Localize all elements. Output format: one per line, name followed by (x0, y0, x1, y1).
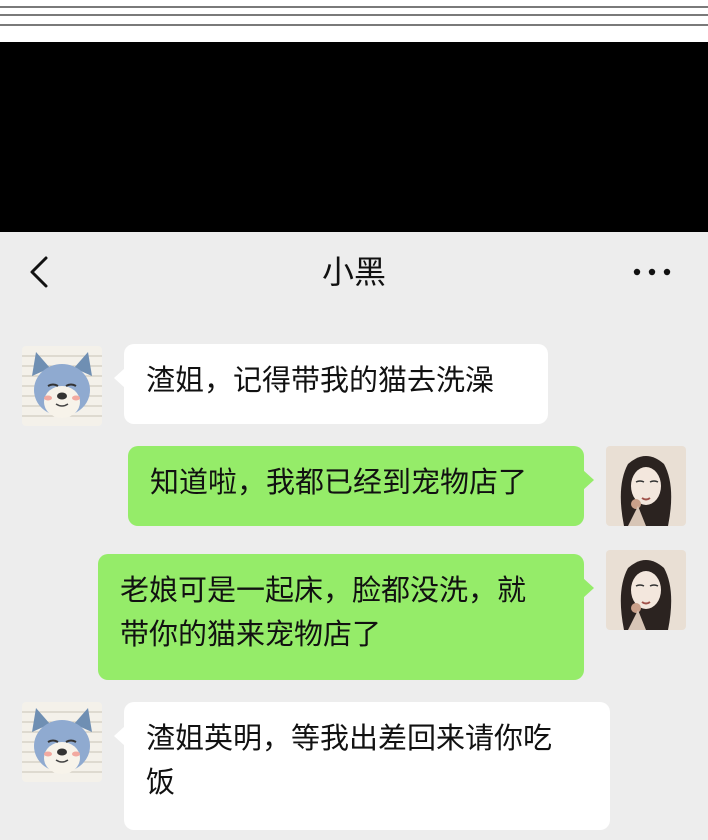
husky-dog-avatar[interactable] (22, 346, 102, 426)
message-text: 知道啦，我都已经到宠物店了 (150, 465, 528, 499)
outgoing-message-bubble[interactable]: 老娘可是一起床，脸都没洗，就 带你的猫来宠物店了 (98, 554, 594, 680)
message-text-line: 饭 (146, 765, 176, 799)
woman-portrait-avatar[interactable] (606, 550, 686, 630)
incoming-message-bubble[interactable]: 渣姐英明，等我出差回来请你吃 饭 (114, 702, 610, 830)
message-text-line: 老娘可是一起床，脸都没洗，就 (120, 573, 527, 607)
more-button[interactable] (628, 252, 678, 292)
chat-title: 小黑 (321, 253, 386, 291)
border-stripe (0, 6, 708, 8)
bubble-tail (114, 726, 125, 746)
more-dots-icon (633, 268, 671, 276)
message-text: 渣姐，记得带我的猫去洗澡 (146, 363, 495, 397)
outgoing-message-bubble[interactable]: 知道啦，我都已经到宠物店了 (128, 446, 594, 526)
husky-dog-avatar[interactable] (22, 702, 102, 782)
message-text-line: 渣姐英明，等我出差回来请你吃 (146, 721, 553, 755)
bubble-tail (114, 368, 125, 388)
chat-nav-bar: 小黑 (0, 232, 708, 310)
bubble-tail (583, 470, 594, 490)
incoming-message-bubble[interactable]: 渣姐，记得带我的猫去洗澡 (114, 344, 548, 424)
woman-portrait-avatar[interactable] (606, 446, 686, 526)
black-header-band (0, 42, 708, 232)
border-stripe (0, 24, 708, 26)
bubble-tail (583, 578, 594, 598)
message-text-line: 带你的猫来宠物店了 (120, 617, 382, 651)
comic-panel-top-border (0, 0, 708, 42)
border-stripe (0, 14, 708, 16)
